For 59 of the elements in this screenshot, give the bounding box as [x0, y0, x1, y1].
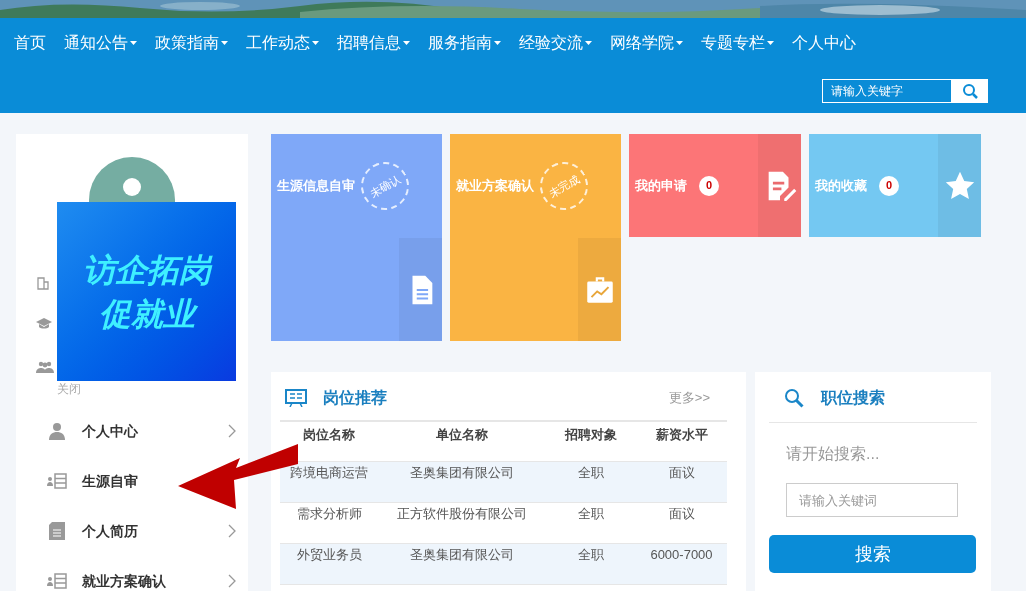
nav-link[interactable]: 政策指南: [155, 31, 228, 55]
search-icon: [962, 83, 978, 99]
nav-link[interactable]: 服务指南: [428, 31, 501, 55]
nav-link[interactable]: 工作动态: [246, 31, 319, 55]
status-tile[interactable]: 我的申请 0: [629, 134, 801, 237]
building-icon: [36, 276, 50, 290]
search-hint: 请开始搜索...: [786, 444, 881, 464]
more-link[interactable]: 更多>>: [668, 387, 710, 408]
tile-title: 我的收藏: [815, 176, 867, 195]
sidebar-item[interactable]: 个人中心: [46, 406, 236, 456]
nav-link[interactable]: 专题专栏: [701, 31, 774, 55]
tile-title: 我的申请: [635, 176, 687, 195]
table-cell-text: 全职: [577, 505, 605, 523]
people-icon: [36, 361, 54, 373]
column-header: 岗位名称: [302, 426, 356, 444]
banner-text: 访企拓岗: [82, 250, 211, 290]
nav-link[interactable]: 招聘信息: [337, 31, 410, 55]
panel-title: 岗位推荐: [323, 387, 388, 408]
panel-title: 职位搜索: [821, 387, 885, 408]
id-list-icon: [47, 473, 67, 489]
count-badge: 0: [699, 175, 719, 196]
nav-link[interactable]: 网络学院: [610, 31, 683, 55]
column-header: 招聘对象: [563, 426, 618, 444]
table-cell-text: 全职: [577, 546, 605, 564]
id-list-icon: [47, 573, 67, 589]
table-cell-text: 圣奥集团有限公司: [409, 464, 515, 482]
nav-link[interactable]: 首页: [14, 31, 46, 55]
sidebar-item[interactable]: 生源自审: [46, 456, 138, 506]
column-header: 单位名称: [435, 426, 489, 444]
document-icon: [49, 522, 65, 540]
tile-title: 就业方案确认: [456, 176, 534, 195]
tile-title: 生源信息自审: [277, 176, 355, 195]
table-cell-text: 6000-7000: [649, 546, 714, 564]
search-icon: [784, 387, 804, 408]
table-cell-text: 跨境电商运营: [289, 464, 369, 482]
table-cell-text: 正方软件股份有限公司: [396, 505, 528, 523]
table-cell-text: 圣奥集团有限公司: [409, 546, 515, 564]
sidebar-item[interactable]: 个人简历: [46, 506, 236, 556]
graduation-cap-icon: [36, 318, 52, 330]
close-link[interactable]: 关闭: [57, 380, 81, 398]
table-cell-text: 面议: [667, 505, 696, 523]
nav-link[interactable]: 个人中心: [792, 31, 856, 55]
keyword-field[interactable]: 请输入关键词: [786, 483, 958, 517]
search-field[interactable]: 请输入关键字: [822, 79, 952, 103]
nav-link[interactable]: 经验交流: [519, 31, 592, 55]
person-icon: [48, 422, 66, 440]
table-cell-text: 需求分析师: [295, 505, 363, 523]
status-tile[interactable]: 生源信息自审 未确认: [271, 134, 442, 341]
nav-link[interactable]: 通知公告: [64, 31, 137, 55]
table-cell-text: 面议: [667, 464, 696, 482]
column-header: 薪资水平: [654, 426, 709, 444]
board-icon: [285, 388, 307, 407]
table-cell-text: 外贸业务员: [295, 546, 363, 564]
status-tile[interactable]: 我的收藏 0: [809, 134, 981, 237]
sidebar-item[interactable]: 就业方案确认: [46, 556, 236, 591]
search-button[interactable]: 搜索: [769, 535, 976, 573]
table-cell-text: 全职: [577, 464, 605, 482]
search-button[interactable]: [952, 79, 988, 103]
count-badge: 0: [879, 175, 899, 196]
